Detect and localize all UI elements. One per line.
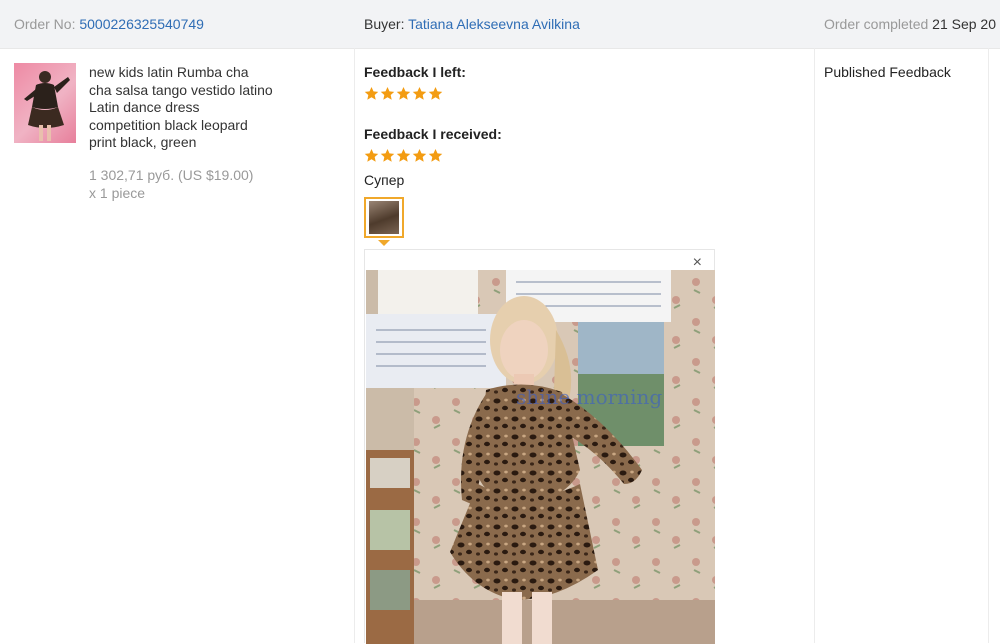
order-header: Order No: 5000226325540749 Buyer: Tatian… [0,0,1000,49]
star-icon [428,148,443,162]
star-icon [396,148,411,162]
feedback-photo-thumbnail-image [369,201,399,234]
product-thumbnail[interactable] [14,63,76,143]
published-feedback-status: Published Feedback [824,64,951,80]
order-status-date: 21 Sep 20 [932,16,997,32]
order-number-label: Order No: [14,16,76,32]
photo-watermark: shine morning [516,385,662,409]
column-divider [988,48,989,643]
product-quantity: x 1 piece [89,185,146,201]
star-icon [364,86,379,100]
feedback-left-label: Feedback I left: [364,64,466,80]
buyer: Buyer: Tatiana Alekseevna Avilkina [364,16,580,32]
product-title-link[interactable]: new kids latin Rumba cha cha salsa tango… [89,64,274,152]
caret-icon [378,240,390,246]
buyer-link[interactable]: Tatiana Alekseevna Avilkina [408,16,580,32]
feedback-received-label: Feedback I received: [364,126,502,142]
column-divider [814,48,815,643]
order-status-label: Order completed [824,16,929,32]
star-icon [380,148,395,162]
star-icon [412,86,427,100]
order-number-link[interactable]: 5000226325540749 [79,16,204,32]
order-number: Order No: 5000226325540749 [14,16,204,32]
star-icon [364,148,379,162]
star-icon [396,86,411,100]
order-status: Order completed 21 Sep 20 [824,16,996,32]
star-icon [380,86,395,100]
star-icon [412,148,427,162]
product-price: 1 302,71 руб. (US $19.00) [89,167,254,183]
star-icon [428,86,443,100]
column-divider [354,48,355,643]
feedback-photo-thumbnail[interactable] [364,197,404,238]
feedback-photo-large[interactable]: shine morning [366,270,715,644]
feedback-received-stars [364,148,443,164]
buyer-label: Buyer: [364,16,405,32]
photo-preview-popup: × shine morning [364,249,715,644]
feedback-received-text: Супер [364,172,405,188]
feedback-left-stars [364,86,443,102]
